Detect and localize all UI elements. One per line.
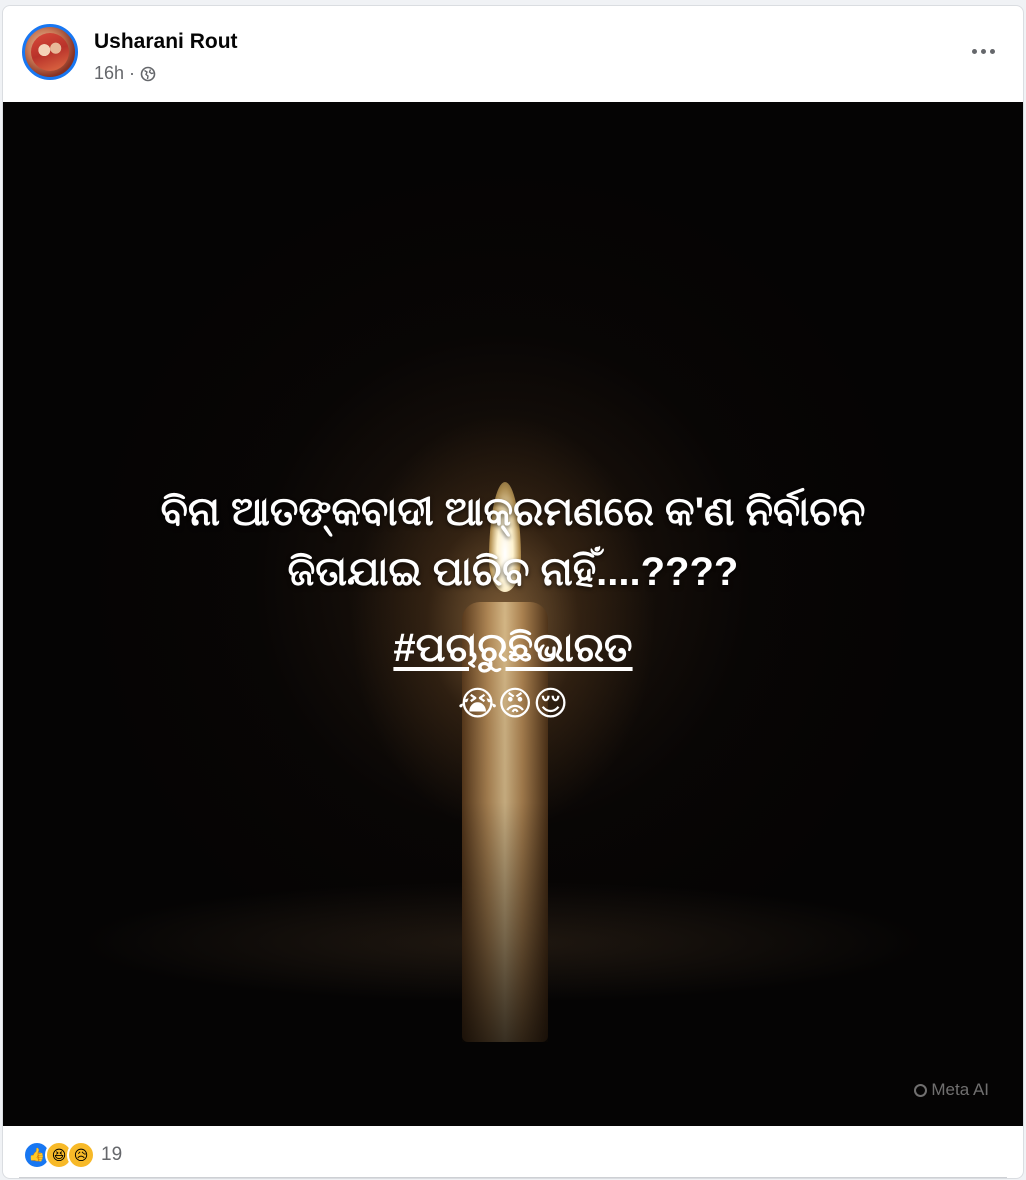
meta-ai-ring-icon — [914, 1083, 928, 1097]
image-line-1: ବିନା ଆତଙ୍କବାଦୀ ଆକ୍ରମଣରେ କ'ଣ ନିର୍ବାଚନ — [160, 490, 866, 534]
reaction-count[interactable]: 19 — [101, 1144, 122, 1166]
author-avatar[interactable] — [22, 24, 78, 80]
post-card: Usharani Rout 16h · ବିନା ଆତଙ୍କବାଦୀ ଆକ୍ରମ… — [2, 5, 1024, 1179]
hashtag-link[interactable]: #ପଚାରୁଛିଭାରତ — [393, 620, 632, 676]
post-time[interactable]: 16h — [94, 63, 124, 84]
sad-icon: 😥 — [67, 1141, 95, 1169]
post-header: Usharani Rout 16h · — [3, 6, 1023, 102]
reactions-summary[interactable]: 👍 😆 😥 19 — [23, 1141, 122, 1169]
globe-icon[interactable] — [140, 66, 156, 82]
image-line-2: ଜିତାଯାଇ ପାରିବ ନାହିଁ....???? — [287, 550, 739, 594]
author-name[interactable]: Usharani Rout — [94, 30, 238, 54]
candle-shadow — [462, 802, 548, 1042]
image-emojis: 😭😡😌 — [457, 685, 569, 723]
meta-ai-watermark: Meta AI — [914, 1080, 989, 1100]
watermark-label: Meta AI — [931, 1080, 989, 1099]
meta-separator: · — [129, 63, 136, 83]
avatar-photo — [31, 33, 69, 71]
post-footer: 👍 😆 😥 19 — [3, 1126, 1023, 1178]
post-meta: 16h · — [94, 63, 156, 84]
image-text: ବିନା ଆତଙ୍କବାଦୀ ଆକ୍ରମଣରେ କ'ଣ ନିର୍ବାଚନ ଜିତ… — [3, 482, 1023, 726]
footer-divider — [19, 1177, 1007, 1178]
more-options-icon[interactable] — [963, 36, 1003, 66]
post-image[interactable]: ବିନା ଆତଙ୍କବାଦୀ ଆକ୍ରମଣରେ କ'ଣ ନିର୍ବାଚନ ଜିତ… — [3, 102, 1023, 1126]
